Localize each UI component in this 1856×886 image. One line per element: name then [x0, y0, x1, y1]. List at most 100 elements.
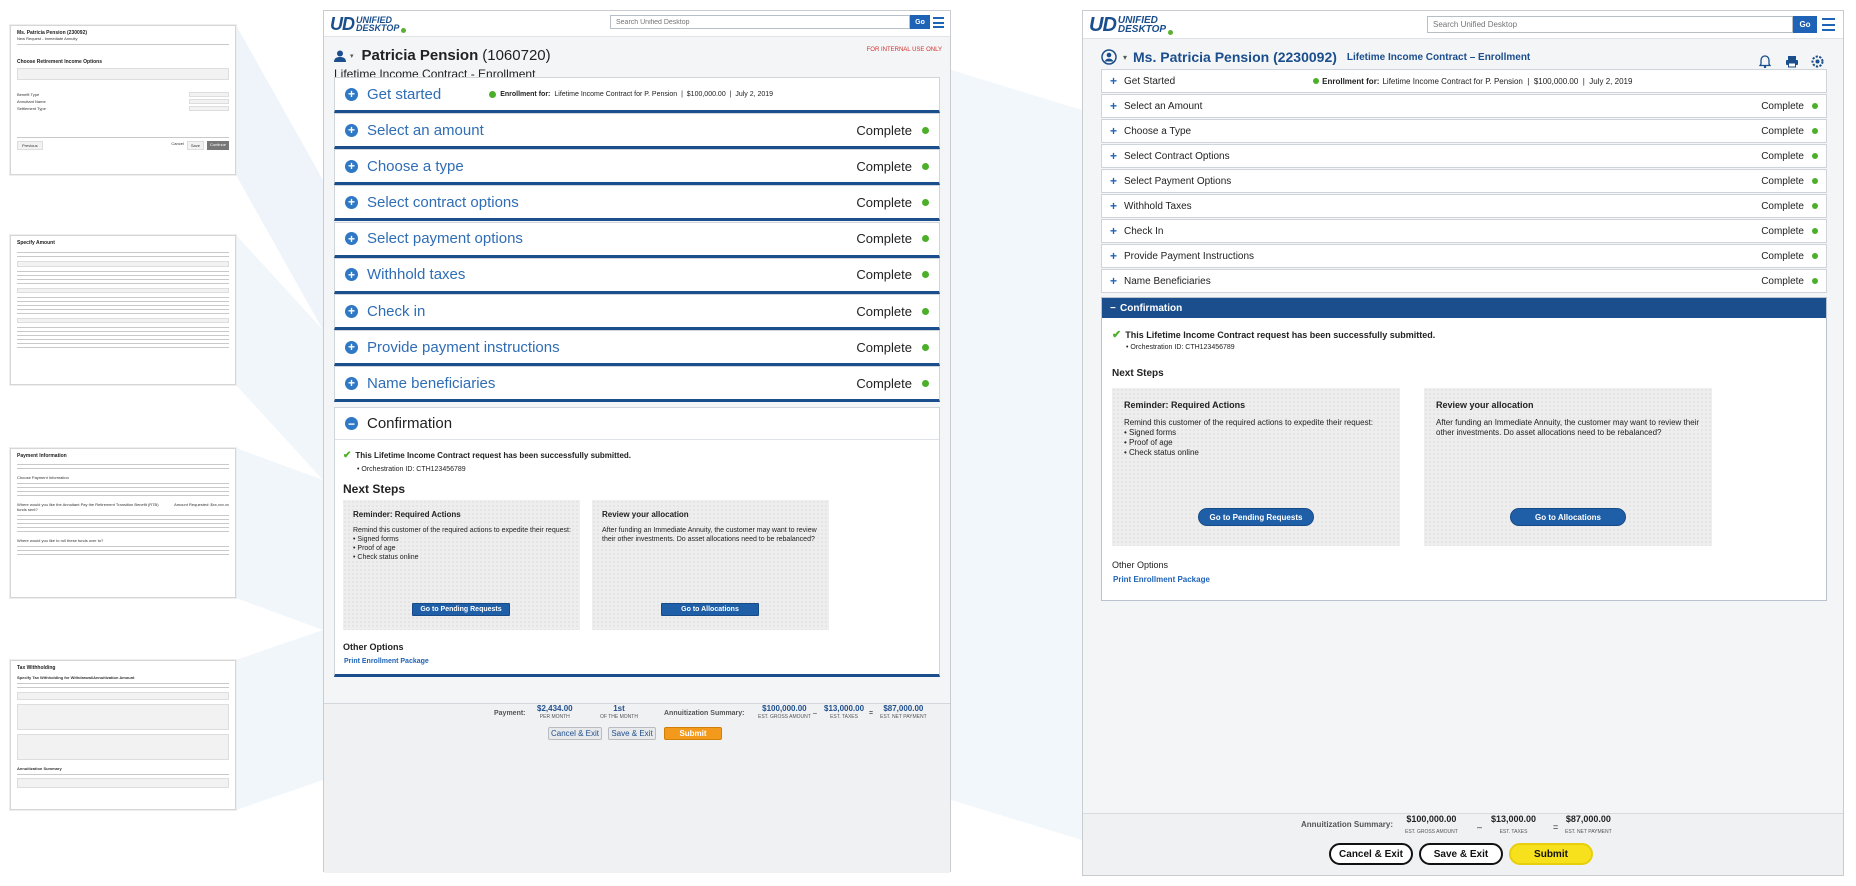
- next-steps-title: Next Steps: [343, 482, 406, 496]
- thumb-subtitle: Specify Tax Withholding for Withdrawal/A…: [17, 675, 135, 680]
- section-row[interactable]: + Select payment options Complete: [334, 221, 940, 258]
- section-row[interactable]: + Provide payment instructions Complete: [334, 330, 940, 367]
- chevron-down-icon[interactable]: ▾: [1123, 53, 1127, 62]
- section-label: Check In: [1124, 225, 1164, 237]
- confirmation-title: Confirmation: [1120, 302, 1183, 314]
- enrollment-detail: Lifetime Income Contract for P. Pension …: [554, 90, 774, 98]
- section-row[interactable]: + Select Payment Options Complete: [1101, 169, 1827, 193]
- section-row[interactable]: + Withhold Taxes Complete: [1101, 194, 1827, 218]
- status-dot-icon: [922, 307, 929, 315]
- section-row[interactable]: + Name beneficiaries Complete: [334, 366, 940, 403]
- section-label: Select contract options: [367, 193, 519, 211]
- search-input[interactable]: [1427, 16, 1793, 33]
- orchestration-id: Orchestration ID: CTH123456789: [361, 466, 466, 473]
- status-dot-icon: [1812, 253, 1818, 259]
- thumb-summary: Annuitization Summary: [17, 766, 62, 771]
- save-exit-button[interactable]: Save & Exit: [608, 727, 656, 740]
- person-icon[interactable]: [334, 50, 346, 62]
- section-label: Get started: [367, 85, 442, 103]
- section-row[interactable]: + Select an Amount Complete: [1101, 94, 1827, 118]
- save-exit-button[interactable]: Save & Exit: [1419, 843, 1503, 865]
- status-text: Complete: [1761, 175, 1804, 187]
- section-row[interactable]: + Select an amount Complete: [334, 113, 940, 149]
- search-input[interactable]: [610, 15, 910, 29]
- section-label: Select an Amount: [1124, 100, 1203, 112]
- section-get-started[interactable]: + Get started Enrollment for: Lifetime I…: [334, 77, 940, 113]
- thumb-previous-button: Previous: [17, 141, 43, 150]
- status-text: Complete: [1761, 225, 1804, 237]
- go-to-pending-requests-button[interactable]: Go to Pending Requests: [412, 603, 510, 616]
- expand-icon: +: [1110, 249, 1118, 263]
- status-text: Complete: [856, 122, 912, 138]
- submit-button[interactable]: Submit: [664, 727, 722, 740]
- expand-icon: +: [345, 340, 358, 354]
- card-body: After funding an Immediate Annuity, the …: [602, 527, 817, 543]
- thumb-cancel: Cancel: [171, 141, 184, 146]
- bell-icon[interactable]: [1759, 55, 1771, 68]
- print-icon[interactable]: [1785, 55, 1799, 68]
- section-row[interactable]: + Provide Payment Instructions Complete: [1101, 244, 1827, 268]
- section-row[interactable]: + Select Contract Options Complete: [1101, 144, 1827, 168]
- section-row[interactable]: + Choose a Type Complete: [1101, 119, 1827, 143]
- section-get-started[interactable]: + Get Started Enrollment for: Lifetime I…: [1101, 69, 1827, 93]
- checkmark-icon: ✔: [1112, 329, 1122, 341]
- action-bar: Cancel & Exit Save & Exit Submit: [324, 723, 950, 873]
- expand-icon: +: [345, 268, 358, 282]
- section-label: Withhold taxes: [367, 266, 466, 284]
- gear-icon[interactable]: [1811, 55, 1824, 68]
- section-label: Check in: [367, 302, 426, 320]
- print-enrollment-package-link[interactable]: Print Enrollment Package: [344, 658, 429, 665]
- section-row[interactable]: + Name Beneficiaries Complete: [1101, 269, 1827, 293]
- section-row[interactable]: + Check In Complete: [1101, 219, 1827, 243]
- next-steps-title: Next Steps: [1112, 368, 1164, 379]
- status-dot-icon: [922, 162, 929, 170]
- submit-button[interactable]: Submit: [1509, 843, 1593, 865]
- status-text: Complete: [1761, 250, 1804, 262]
- go-to-allocations-button[interactable]: Go to Allocations: [661, 603, 759, 616]
- go-to-allocations-button[interactable]: Go to Allocations: [1510, 508, 1626, 526]
- section-label: Choose a Type: [1124, 125, 1192, 137]
- section-row[interactable]: + Check in Complete: [334, 294, 940, 330]
- menu-icon[interactable]: [1822, 18, 1835, 31]
- taxes-amount: $13,000.00: [1491, 814, 1537, 824]
- section-row[interactable]: + Choose a type Complete: [334, 149, 940, 186]
- cancel-exit-button[interactable]: Cancel & Exit: [1329, 843, 1413, 865]
- unified-desktop-logo: UD UNIFIED DESKTOP: [330, 14, 407, 35]
- expand-icon: +: [345, 304, 358, 318]
- thumb-field-label: Settlement Type: [17, 106, 46, 111]
- minus-sign: –: [813, 710, 817, 717]
- status-dot-icon: [1812, 278, 1818, 284]
- section-row[interactable]: + Withhold taxes Complete: [334, 257, 940, 294]
- client-name: Patricia Pension: [361, 47, 479, 64]
- equals-sign: =: [869, 710, 874, 717]
- status-dot-icon: [489, 90, 497, 98]
- thumb-title: Payment Information: [17, 453, 67, 459]
- payment-caption: PER MONTH: [539, 714, 570, 720]
- section-label: Select an amount: [367, 121, 484, 139]
- taxes-caption: EST. TAXES: [830, 714, 858, 720]
- status-dot-icon: [922, 198, 929, 206]
- search-go-button[interactable]: Go: [910, 15, 930, 29]
- cancel-exit-button[interactable]: Cancel & Exit: [548, 727, 602, 740]
- thumb-question: Choose Payment Information: [17, 475, 69, 480]
- net-caption: EST. NET PAYMENT: [1565, 829, 1612, 835]
- avatar-icon[interactable]: [1101, 49, 1117, 65]
- print-enrollment-package-link[interactable]: Print Enrollment Package: [1113, 575, 1210, 584]
- section-label: Select Contract Options: [1124, 150, 1230, 162]
- equals-sign: =: [1553, 822, 1559, 832]
- section-row[interactable]: + Select contract options Complete: [334, 185, 940, 222]
- checkmark-icon: ✔: [343, 450, 352, 461]
- collapse-icon[interactable]: −: [345, 417, 358, 430]
- section-label: Select Payment Options: [1124, 175, 1232, 187]
- card-body: Remind this customer of the required act…: [1124, 418, 1374, 427]
- thumbnail-retirement-options: Ms. Patricia Pension (230092) New Reques…: [10, 25, 236, 175]
- section-label: Name beneficiaries: [367, 374, 496, 392]
- annuitization-summary-label: Annuitization Summary:: [1301, 820, 1394, 829]
- status-text: Complete: [856, 231, 912, 247]
- client-id: (1060720): [482, 47, 551, 64]
- menu-icon[interactable]: [933, 17, 944, 28]
- chevron-down-icon[interactable]: ▾: [350, 52, 354, 60]
- collapse-icon[interactable]: −: [1110, 303, 1120, 314]
- search-go-button[interactable]: Go: [1793, 16, 1817, 33]
- go-to-pending-requests-button[interactable]: Go to Pending Requests: [1198, 508, 1314, 526]
